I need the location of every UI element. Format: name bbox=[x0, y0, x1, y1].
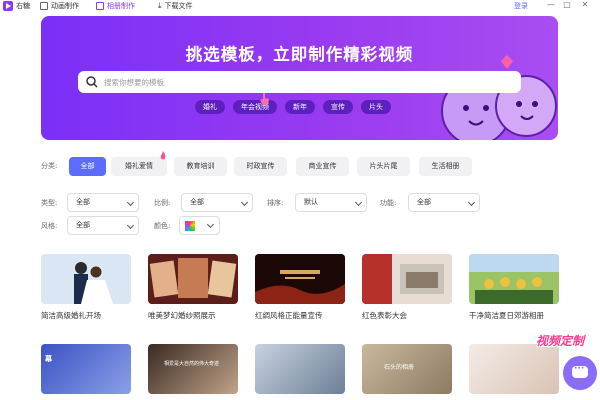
logo-icon bbox=[3, 1, 13, 11]
category-label: 分类: bbox=[41, 162, 58, 170]
category-life-album[interactable]: 生活相册 bbox=[419, 157, 472, 176]
thumbnail-caption: 相爱是大自然的伟大奇迹 bbox=[164, 361, 220, 367]
thumbnail-caption: 幕 bbox=[45, 355, 52, 363]
category-wedding-love[interactable]: 婚礼爱情 bbox=[111, 157, 167, 176]
template-thumbnail[interactable]: 幕 bbox=[41, 344, 131, 394]
template-thumbnail[interactable] bbox=[255, 254, 345, 304]
category-politics[interactable]: 时政宣传 bbox=[234, 157, 287, 176]
template-card[interactable]: 简洁高级婚礼开场 bbox=[41, 254, 131, 320]
template-card[interactable]: 石头的相册 bbox=[362, 344, 452, 394]
template-card[interactable]: 唯美梦幻婚纱照展示 bbox=[148, 254, 238, 320]
style-label: 风格: bbox=[41, 222, 58, 230]
banner-title: 挑选模板，立即制作精彩视频 bbox=[185, 45, 414, 64]
video-custom-badge[interactable]: 视频定制 bbox=[530, 320, 598, 352]
template-thumbnail[interactable]: 相爱是大自然的伟大奇迹 bbox=[148, 344, 238, 394]
top-bar: 右糖 动画制作 相册制作 ⤓ 下载文件 登录 — □ ✕ bbox=[0, 0, 600, 13]
category-business[interactable]: 商业宣传 bbox=[296, 157, 349, 176]
template-thumbnail[interactable] bbox=[362, 254, 452, 304]
badge-text: 视频定制 bbox=[536, 334, 585, 348]
sort-select[interactable]: 默认 bbox=[295, 193, 367, 212]
download-icon: ⤓ bbox=[158, 1, 162, 10]
category-all[interactable]: 全部 bbox=[69, 157, 106, 176]
template-title: 红色表彰大会 bbox=[362, 311, 407, 320]
animation-icon bbox=[40, 2, 48, 10]
function-select[interactable]: 全部 bbox=[408, 193, 480, 212]
chat-bubble-icon bbox=[572, 364, 588, 378]
ratio-select[interactable]: 全部 bbox=[181, 193, 253, 212]
wedding-couple-image bbox=[41, 254, 131, 304]
template-card[interactable]: 红色表彰大会 bbox=[362, 254, 452, 320]
login-link[interactable]: 登录 bbox=[514, 1, 528, 11]
chevron-down-icon bbox=[467, 198, 476, 207]
close-button[interactable]: ✕ bbox=[580, 0, 590, 9]
hero-banner: 挑选模板，立即制作精彩视频 婚礼 年会视频 新年 宣传 片头 bbox=[41, 16, 558, 140]
maximize-button[interactable]: □ bbox=[562, 0, 572, 9]
template-card[interactable]: 红绸风格正能量宣传 bbox=[255, 254, 345, 320]
nav-download[interactable]: ⤓ 下载文件 bbox=[158, 1, 193, 11]
color-select[interactable] bbox=[179, 216, 220, 235]
chevron-down-icon bbox=[126, 198, 135, 207]
template-thumbnail[interactable] bbox=[41, 254, 131, 304]
app-logo[interactable]: 右糖 bbox=[3, 1, 30, 11]
template-title: 简洁高级婚礼开场 bbox=[41, 311, 101, 320]
sort-label: 排序: bbox=[267, 199, 284, 207]
app-name: 右糖 bbox=[16, 2, 30, 10]
template-card[interactable] bbox=[255, 344, 345, 394]
template-title: 红绸风格正能量宣传 bbox=[255, 311, 323, 320]
template-thumbnail[interactable] bbox=[255, 344, 345, 394]
category-intro-outro[interactable]: 片头片尾 bbox=[357, 157, 410, 176]
chevron-down-icon bbox=[354, 198, 363, 207]
color-swatch-icon bbox=[185, 221, 195, 231]
summer-outing-image bbox=[469, 254, 559, 304]
minimize-button[interactable]: — bbox=[546, 0, 556, 9]
red-silk-image bbox=[255, 254, 345, 304]
color-label: 颜色: bbox=[154, 222, 171, 230]
nav-album[interactable]: 相册制作 bbox=[96, 1, 135, 11]
template-thumbnail[interactable] bbox=[148, 254, 238, 304]
tag-new-year[interactable]: 新年 bbox=[285, 100, 315, 114]
tag-wedding[interactable]: 婚礼 bbox=[195, 100, 225, 114]
template-card[interactable]: 干净简洁夏日郊游相册 bbox=[469, 254, 559, 320]
ratio-label: 比例: bbox=[154, 199, 171, 207]
function-label: 功能: bbox=[380, 199, 397, 207]
search-input[interactable] bbox=[104, 74, 504, 90]
template-title: 唯美梦幻婚纱照展示 bbox=[148, 311, 216, 320]
tag-intro[interactable]: 片头 bbox=[361, 100, 391, 114]
commendation-image bbox=[362, 254, 452, 304]
album-icon bbox=[96, 2, 104, 10]
search-box bbox=[78, 71, 521, 93]
tag-promotion[interactable]: 宣传 bbox=[323, 100, 353, 114]
type-select[interactable]: 全部 bbox=[67, 193, 139, 212]
template-thumbnail[interactable]: 石头的相册 bbox=[362, 344, 452, 394]
wedding-photo-collage bbox=[148, 254, 238, 304]
chat-button[interactable] bbox=[563, 356, 597, 390]
chevron-down-icon bbox=[240, 198, 249, 207]
template-thumbnail[interactable] bbox=[469, 254, 559, 304]
chevron-down-icon bbox=[206, 220, 215, 229]
nav-animation[interactable]: 动画制作 bbox=[40, 1, 79, 11]
tag-annual-party[interactable]: 年会视频 bbox=[233, 100, 277, 114]
type-label: 类型: bbox=[41, 199, 58, 207]
hot-flame-icon bbox=[160, 151, 166, 160]
template-card[interactable]: 相爱是大自然的伟大奇迹 bbox=[148, 344, 238, 394]
pointer-hand-icon bbox=[260, 93, 269, 105]
thumbnail-caption: 石头的相册 bbox=[384, 364, 415, 371]
template-card[interactable]: 幕 bbox=[41, 344, 131, 394]
search-icon bbox=[86, 76, 98, 88]
category-education[interactable]: 教育培训 bbox=[174, 157, 227, 176]
style-select[interactable]: 全部 bbox=[67, 216, 139, 235]
hot-tags: 婚礼 年会视频 新年 宣传 片头 bbox=[195, 100, 391, 114]
chevron-down-icon bbox=[126, 221, 135, 230]
